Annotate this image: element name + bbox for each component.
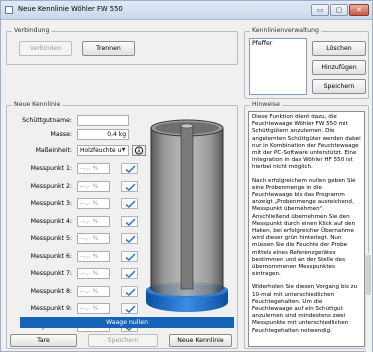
hint-scrollbar-thumb[interactable] [366, 255, 371, 295]
hint-paragraph-3: Widerholen Sie diesen Vorgang bis zu 10-… [252, 284, 358, 334]
close-icon: ✕ [356, 6, 362, 14]
save-measurement-button[interactable]: Speichern [88, 334, 158, 347]
hint-paragraph-1: Diese Funktion dient dazu, die Feuchtewa… [252, 114, 361, 171]
checkmark-icon [125, 288, 136, 296]
new-curve-button[interactable]: Neue Kennlinie [169, 334, 232, 347]
accept-measure-point-button[interactable] [121, 268, 138, 279]
chevron-down-icon: ▼ [121, 147, 126, 153]
app-icon [5, 6, 13, 14]
curve-management-group: Kennlinienverwaltung Pfeffer Löschen Hin… [244, 27, 369, 99]
delete-curve-button[interactable]: Löschen [312, 41, 366, 56]
curve-list-item[interactable]: Pfeffer [250, 39, 306, 48]
measure-point-input[interactable]: ---,- % [77, 303, 110, 314]
checkmark-icon [125, 165, 136, 173]
curve-management-title: Kennlinienverwaltung [250, 27, 321, 34]
measure-point-input[interactable]: ---,- % [77, 251, 110, 262]
disconnect-button[interactable]: Trennen [82, 41, 135, 56]
measure-point-input[interactable]: ---,- % [77, 216, 110, 227]
save-curve-list-button[interactable]: Speichern [312, 79, 366, 94]
maximize-icon: ▢ [335, 6, 343, 14]
measure-point-input[interactable]: ---,- % [77, 233, 110, 244]
zero-scale-bar[interactable]: Waage nullen [20, 317, 234, 328]
maximize-button[interactable]: ▢ [330, 4, 348, 16]
checkmark-icon [125, 305, 136, 313]
add-curve-button[interactable]: Hinzufügen [312, 60, 366, 75]
checkmark-icon [125, 235, 136, 243]
hint-title: Hinweise [250, 101, 282, 108]
connection-group: Verbindung Verbinden Trennen [6, 27, 238, 65]
hint-paragraph-2: Nach erfolgreichem nullen geben Sie eine… [252, 177, 356, 278]
unit-select-value: Holzfeuchte u [80, 147, 122, 154]
measure-point-input[interactable]: ---,- % [77, 163, 110, 174]
connection-group-title: Verbindung [12, 27, 52, 34]
measure-point-label: Messpunkt 3: [30, 200, 72, 207]
curve-list[interactable]: Pfeffer [249, 38, 307, 95]
accept-measure-point-button[interactable] [121, 251, 138, 262]
measure-point-label: Messpunkt 2: [30, 183, 72, 190]
title-bar[interactable]: Neue Kennlinie Wöhler FW 550 ▭ ▢ ✕ [1, 1, 372, 20]
measure-point-input[interactable]: ---,- % [77, 268, 110, 279]
checkmark-icon [125, 218, 136, 226]
unit-select[interactable]: Holzfeuchte u ▼ [77, 145, 129, 156]
new-curve-title: Neue Kennlinie [12, 101, 63, 108]
accept-measure-point-button[interactable] [121, 198, 138, 209]
hint-text-box[interactable]: Diese Funktion dient dazu, die Feuchtewa… [248, 111, 365, 347]
accept-measure-point-button[interactable] [121, 286, 138, 297]
tare-button[interactable]: Tare [10, 334, 77, 347]
measure-point-label: Messpunkt 7: [30, 270, 72, 277]
unit-label: Maßeinheit: [35, 147, 72, 154]
minimize-icon: ▭ [316, 6, 324, 14]
measure-point-label: Messpunkt 8: [30, 288, 72, 295]
connect-button[interactable]: Verbinden [19, 41, 72, 56]
moisture-scale-vessel-icon [146, 119, 228, 312]
minimize-button[interactable]: ▭ [311, 4, 329, 16]
bulk-name-label: Schüttgutname: [22, 117, 72, 124]
bulk-name-input[interactable] [77, 115, 129, 126]
mass-label: Masse: [50, 131, 72, 138]
measure-point-label: Messpunkt 4: [30, 218, 72, 225]
checkmark-icon [125, 270, 136, 278]
window-title: Neue Kennlinie Wöhler FW 550 [18, 5, 123, 13]
measure-point-label: Messpunkt 9: [30, 305, 72, 312]
accept-measure-point-button[interactable] [121, 163, 138, 174]
measure-point-label: Messpunkt 5: [30, 235, 72, 242]
checkmark-icon [125, 183, 136, 191]
accept-measure-point-button[interactable] [121, 181, 138, 192]
mass-value: 0,4 kg [77, 129, 129, 140]
checkmark-icon [125, 200, 136, 208]
close-button[interactable]: ✕ [349, 4, 369, 16]
measure-point-label: Messpunkt 6: [30, 253, 72, 260]
checkmark-icon [125, 253, 136, 261]
measure-point-input[interactable]: ---,- % [77, 286, 110, 297]
accept-measure-point-button[interactable] [121, 303, 138, 314]
measure-point-label: Messpunkt 1: [30, 165, 72, 172]
accept-measure-point-button[interactable] [121, 233, 138, 244]
app-window: Neue Kennlinie Wöhler FW 550 ▭ ▢ ✕ Verbi… [0, 0, 373, 352]
accept-measure-point-button[interactable] [121, 216, 138, 227]
measure-point-input[interactable]: ---,- % [77, 198, 110, 209]
measure-point-input[interactable]: ---,- % [77, 181, 110, 192]
